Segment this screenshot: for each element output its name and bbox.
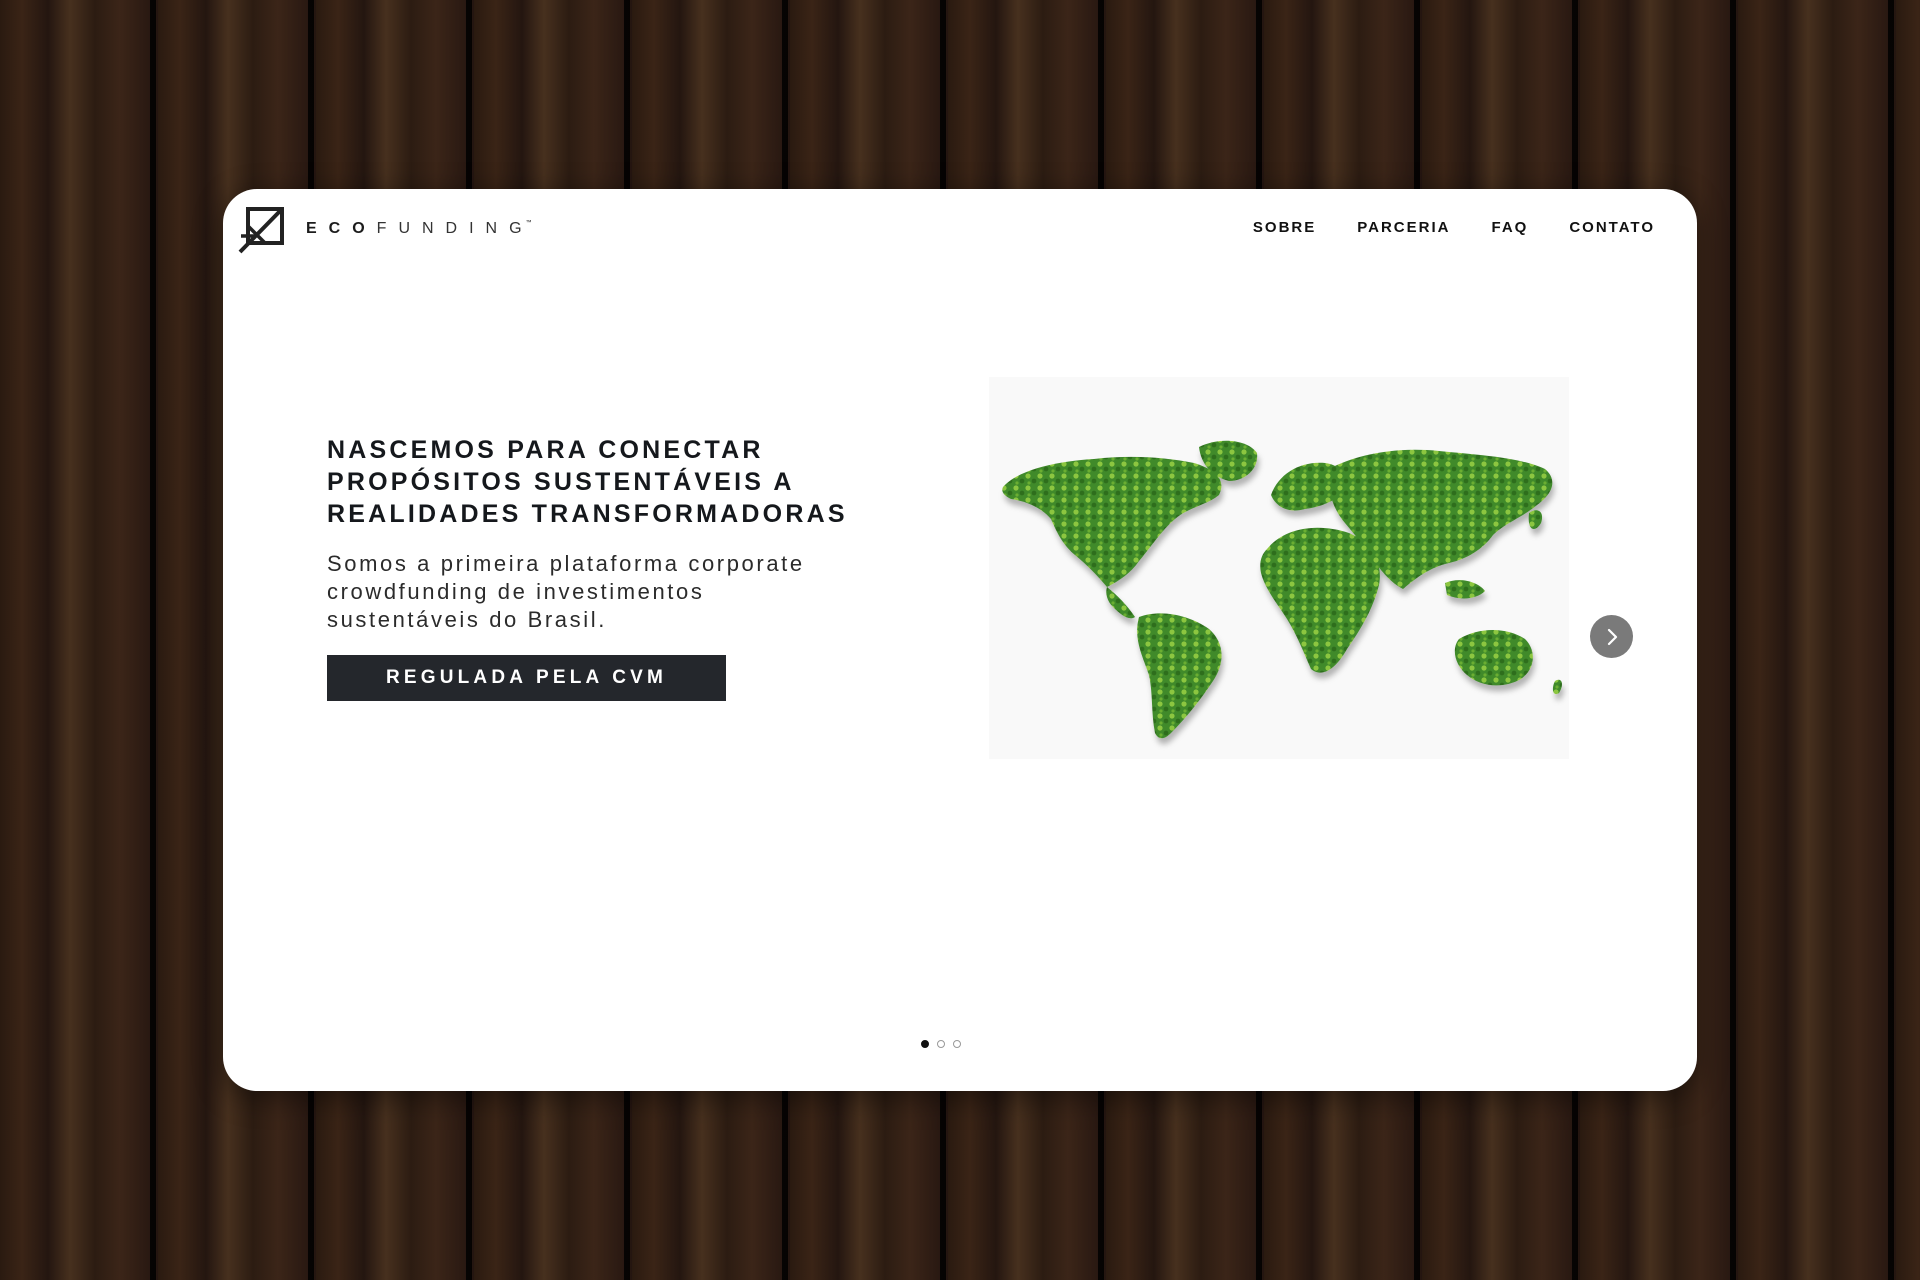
main-nav: SOBRE PARCERIA FAQ CONTATO (1253, 219, 1655, 236)
subtitle-line: sustentáveis do Brasil. (327, 607, 607, 632)
brand-name-light: FUNDING (376, 220, 534, 237)
brand-wordmark: ECOFUNDING™ (306, 220, 532, 238)
carousel-pagination (921, 1040, 961, 1048)
green-world-map-trees (1002, 440, 1562, 739)
nav-link-faq[interactable]: FAQ (1491, 219, 1528, 236)
carousel-dot-2[interactable] (937, 1040, 945, 1048)
headline-line: PROPÓSITOS SUSTENTÁVEIS A (327, 468, 795, 496)
carousel-dot-1[interactable] (921, 1040, 929, 1048)
headline-line: REALIDADES TRANSFORMADORAS (327, 500, 848, 528)
subtitle-line: crowdfunding de investimentos (327, 579, 705, 604)
carousel-dot-3[interactable] (953, 1040, 961, 1048)
cvm-regulated-button[interactable]: REGULADA PELA CVM (327, 655, 726, 701)
brand-logo[interactable]: ECOFUNDING™ (238, 206, 532, 254)
hero-image-world-map (989, 377, 1569, 759)
nav-link-sobre[interactable]: SOBRE (1253, 219, 1316, 236)
nav-link-contato[interactable]: CONTATO (1569, 219, 1655, 236)
chevron-right-icon (1607, 628, 1617, 645)
browser-window: ECOFUNDING™ SOBRE PARCERIA FAQ CONTATO N… (223, 189, 1697, 1091)
headline-line: NASCEMOS PARA CONECTAR (327, 436, 764, 464)
brand-name-bold: ECO (306, 220, 377, 237)
nav-link-parceria[interactable]: PARCERIA (1357, 219, 1450, 236)
hero-subtitle: Somos a primeira plataforma corporate cro… (327, 550, 947, 634)
carousel-next-button[interactable] (1590, 615, 1633, 658)
trademark-symbol: ™ (525, 220, 532, 226)
subtitle-line: Somos a primeira plataforma corporate (327, 551, 805, 576)
ecofunding-logo-icon (238, 207, 284, 254)
hero-headline: NASCEMOS PARA CONECTAR PROPÓSITOS SUSTENT… (327, 434, 947, 530)
